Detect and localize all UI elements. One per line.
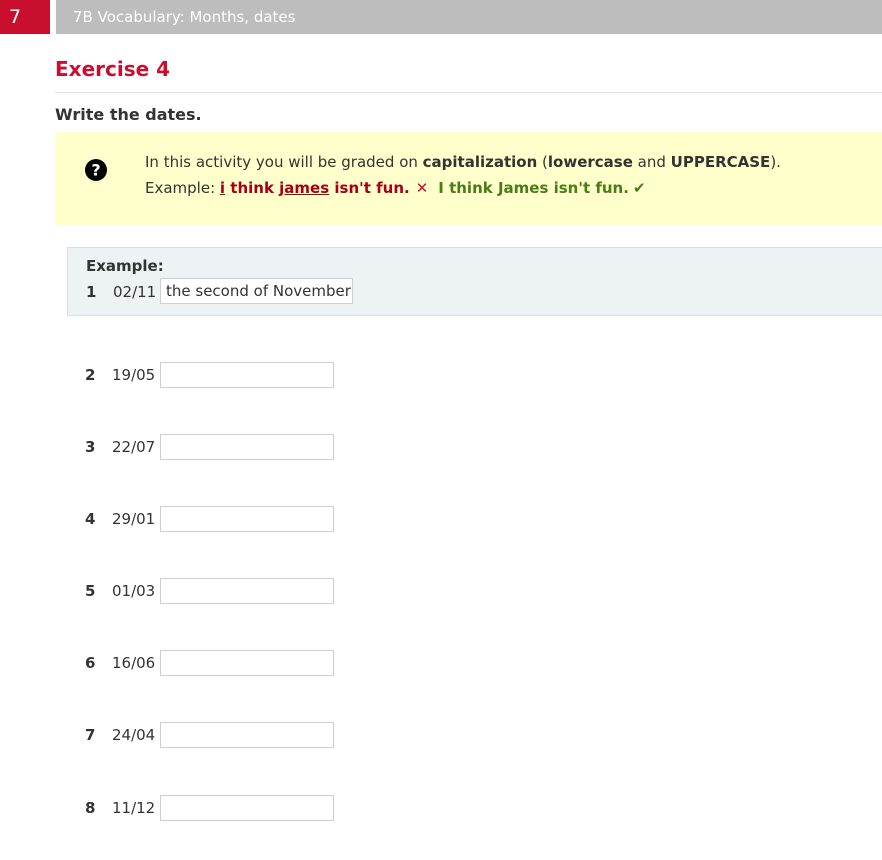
item-number: 8 <box>85 799 96 817</box>
help-circle-icon: ? <box>85 159 107 181</box>
item-number: 5 <box>85 582 96 600</box>
wrong-example: i think james isn't fun. <box>220 179 410 197</box>
answer-input[interactable] <box>160 362 334 388</box>
example-panel: Example: 1 02/11 the second of November <box>67 247 882 316</box>
item-date: 29/01 <box>112 510 156 528</box>
svg-text:?: ? <box>91 161 100 180</box>
note-bold-uppercase: UPPERCASE <box>670 153 771 171</box>
title-divider <box>55 92 882 93</box>
note-text: ). <box>770 153 781 171</box>
note-line-capitalization: In this activity you will be graded on c… <box>145 153 781 171</box>
answer-input[interactable] <box>160 722 334 748</box>
note-text: and <box>632 153 671 171</box>
example-label: Example: <box>86 257 164 275</box>
answer-input[interactable] <box>160 650 334 676</box>
check-icon: ✔ <box>632 179 646 197</box>
wrong-example-text: isn't fun. <box>329 179 410 197</box>
item-number: 6 <box>85 654 96 672</box>
note-example-prefix: Example: <box>145 179 220 197</box>
note-bold-capitalization: capitalization <box>422 153 538 171</box>
unit-number-badge: 7 <box>0 0 50 34</box>
unit-title: 7B Vocabulary: Months, dates <box>56 0 882 34</box>
exercise-title: Exercise 4 <box>55 57 171 81</box>
note-line-example: Example: i think james isn't fun. ✕ I thin… <box>145 179 646 197</box>
exercise-instruction: Write the dates. <box>55 105 202 124</box>
item-number: 3 <box>85 438 96 456</box>
note-text: In this activity you will be graded on <box>145 153 423 171</box>
note-bold-lowercase: lowercase <box>547 153 633 171</box>
item-date: 01/03 <box>112 582 156 600</box>
grading-note: ? In this activity you will be graded on… <box>55 132 882 225</box>
item-date: 11/12 <box>112 799 156 817</box>
example-item-date: 02/11 <box>113 283 157 301</box>
wrong-example-highlight: james <box>279 179 330 197</box>
answer-input[interactable] <box>160 795 334 821</box>
item-date: 16/06 <box>112 654 156 672</box>
answer-input[interactable] <box>160 434 334 460</box>
cross-icon: ✕ <box>415 179 429 197</box>
item-date: 19/05 <box>112 366 156 384</box>
example-answer-field: the second of November <box>160 278 353 304</box>
item-date: 22/07 <box>112 438 156 456</box>
example-item-number: 1 <box>86 283 97 301</box>
correct-example: I think James isn't fun. <box>438 179 629 197</box>
answer-input[interactable] <box>160 578 334 604</box>
item-number: 7 <box>85 726 96 744</box>
top-bar: 7 7B Vocabulary: Months, dates <box>0 0 882 34</box>
wrong-example-text: think <box>225 179 280 197</box>
item-number: 2 <box>85 366 96 384</box>
note-text: ( <box>537 153 548 171</box>
answer-input[interactable] <box>160 506 334 532</box>
item-number: 4 <box>85 510 96 528</box>
item-date: 24/04 <box>112 726 156 744</box>
